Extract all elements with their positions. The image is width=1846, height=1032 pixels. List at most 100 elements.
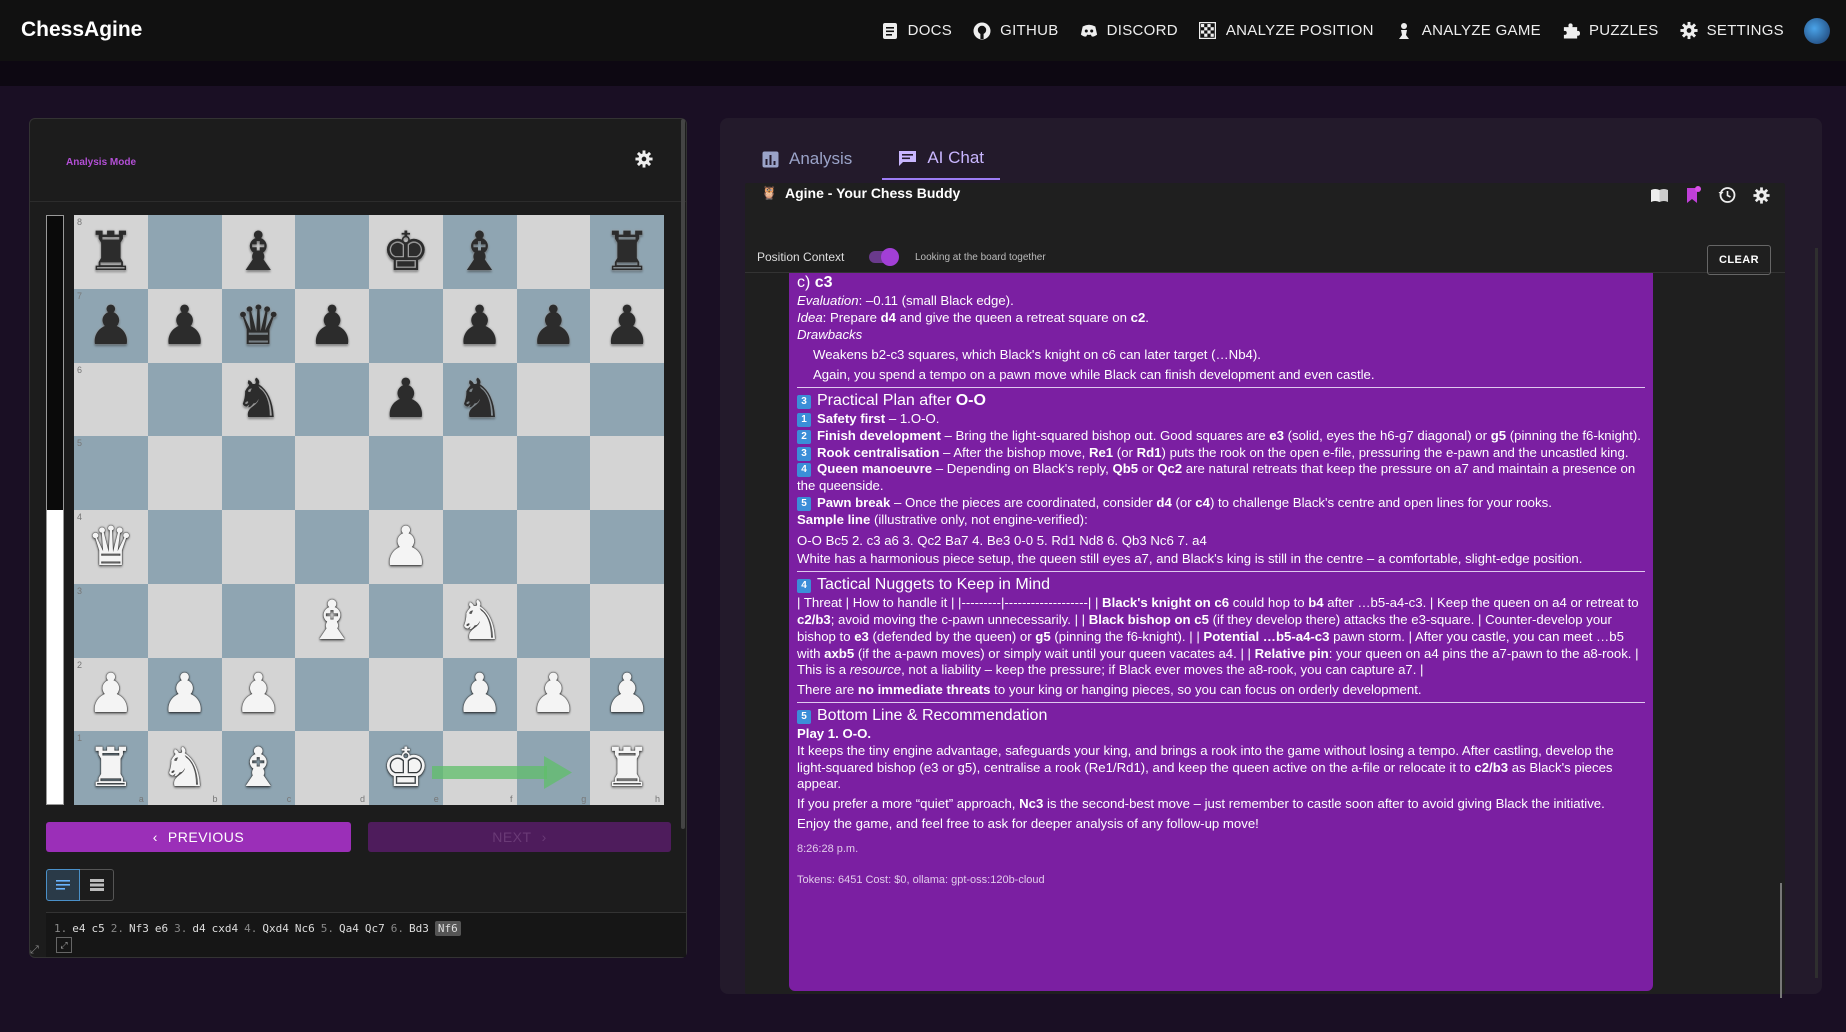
square-a1[interactable]: 1 a ♜: [74, 731, 148, 805]
square-a2[interactable]: 2 ♟: [74, 657, 148, 732]
square-e8[interactable]: ♚: [369, 215, 443, 289]
move-item[interactable]: Nf3: [129, 922, 149, 935]
move-item[interactable]: Bd3: [409, 922, 429, 935]
square-d8[interactable]: [295, 215, 369, 289]
black-knight-piece[interactable]: ♞: [234, 372, 282, 426]
white-pawn-piece[interactable]: ♟: [455, 667, 503, 721]
move-item[interactable]: cxd4: [212, 922, 239, 935]
chat-scrollbar[interactable]: [1780, 883, 1782, 998]
square-g4[interactable]: [516, 510, 591, 584]
white-pawn-piece[interactable]: ♟: [87, 667, 135, 721]
nav-analyze-position[interactable]: ANALYZE POSITION: [1199, 22, 1374, 40]
list-view-button[interactable]: [46, 869, 80, 901]
black-pawn-piece[interactable]: ♟: [87, 298, 135, 353]
fullscreen-icon[interactable]: ⤢: [56, 937, 72, 953]
page-scrollbar[interactable]: [1815, 248, 1818, 978]
position-context-toggle[interactable]: [869, 248, 899, 266]
square-f5[interactable]: [442, 436, 517, 510]
nav-analyze-game[interactable]: ANALYZE GAME: [1395, 22, 1541, 40]
black-pawn-piece[interactable]: ♟: [160, 298, 208, 353]
black-rook-piece[interactable]: ♜: [603, 224, 651, 279]
square-h7[interactable]: ♟: [590, 288, 664, 363]
expand-icon[interactable]: ⤢: [30, 944, 44, 958]
black-pawn-piece[interactable]: ♟: [308, 298, 356, 353]
nav-github[interactable]: GITHUB: [973, 22, 1058, 40]
move-item[interactable]: Qa4: [339, 922, 359, 935]
square-c1[interactable]: c ♝: [221, 731, 296, 805]
square-b4[interactable]: [147, 510, 222, 584]
square-b1[interactable]: b ♞: [147, 731, 222, 805]
move-item[interactable]: e4: [72, 922, 85, 935]
move-item[interactable]: Qxd4: [262, 922, 289, 935]
square-c6[interactable]: ♞: [221, 362, 296, 437]
bookmark-icon[interactable]: [1683, 185, 1703, 205]
avatar[interactable]: [1804, 17, 1830, 44]
chessboard[interactable]: 8 ♜ ♝ ♚ ♝ ♜ 7 ♟ ♟ ♛ ♟ ♟ ♟ ♟ 6 ♞ ♟ ♞ 5 4 ♛ ♟ 3 ♝ ♞ 2 ♟ ♟ ♟ ♟ ♟ ♟ 1 a ♜ b ♞ c ♝ d…: [74, 215, 664, 805]
square-a6[interactable]: 6: [74, 362, 148, 437]
white-rook-piece[interactable]: ♜: [603, 741, 651, 795]
square-g5[interactable]: [516, 436, 591, 510]
square-g3[interactable]: [516, 583, 591, 658]
move-item[interactable]: Nc6: [295, 922, 315, 935]
black-pawn-piece[interactable]: ♟: [529, 298, 577, 353]
square-h3[interactable]: [590, 583, 664, 658]
board-settings-gear-icon[interactable]: [635, 150, 655, 170]
move-item[interactable]: Qc7: [365, 922, 385, 935]
square-e5[interactable]: [369, 436, 443, 510]
square-a3[interactable]: 3: [74, 583, 148, 658]
white-bishop-piece[interactable]: ♝: [308, 593, 356, 648]
square-e1[interactable]: e ♚: [369, 731, 443, 805]
white-pawn-piece[interactable]: ♟: [382, 519, 430, 574]
square-h4[interactable]: [590, 510, 664, 584]
square-e2[interactable]: [369, 657, 443, 732]
square-d3[interactable]: ♝: [295, 583, 369, 658]
white-queen-piece[interactable]: ♛: [87, 519, 135, 574]
board-panel-scrollbar[interactable]: [681, 119, 685, 829]
tab-ai-chat[interactable]: AI Chat: [882, 138, 1001, 180]
square-f8[interactable]: ♝: [442, 215, 517, 289]
white-knight-piece[interactable]: ♞: [455, 593, 503, 648]
square-e7[interactable]: [369, 288, 443, 363]
square-f4[interactable]: [442, 510, 517, 584]
move-item[interactable]: c5: [92, 922, 105, 935]
white-rook-piece[interactable]: ♜: [87, 741, 135, 795]
move-item[interactable]: Nf6: [434, 921, 461, 936]
square-e4[interactable]: ♟: [369, 510, 443, 584]
square-d5[interactable]: [295, 436, 369, 510]
white-knight-piece[interactable]: ♞: [160, 741, 208, 795]
square-b6[interactable]: [147, 362, 222, 437]
square-f1[interactable]: f: [442, 731, 517, 805]
next-button[interactable]: NEXT ›: [368, 822, 671, 852]
square-g8[interactable]: [516, 215, 591, 289]
history-icon[interactable]: [1717, 185, 1737, 205]
black-queen-piece[interactable]: ♛: [234, 298, 282, 353]
black-pawn-piece[interactable]: ♟: [455, 298, 503, 353]
nav-docs[interactable]: DOCS: [881, 22, 953, 40]
square-c4[interactable]: [221, 510, 296, 584]
app-brand[interactable]: ChessAgine: [21, 18, 142, 42]
move-item[interactable]: d4: [192, 922, 205, 935]
square-c5[interactable]: [221, 436, 296, 510]
table-view-button[interactable]: [80, 869, 114, 901]
square-f2[interactable]: ♟: [442, 657, 517, 732]
square-d1[interactable]: d: [295, 731, 369, 805]
square-f6[interactable]: ♞: [442, 362, 517, 437]
black-pawn-piece[interactable]: ♟: [382, 372, 430, 426]
square-e3[interactable]: [369, 583, 443, 658]
black-pawn-piece[interactable]: ♟: [603, 298, 651, 353]
nav-puzzles[interactable]: PUZZLES: [1562, 22, 1659, 40]
square-d4[interactable]: [295, 510, 369, 584]
black-bishop-piece[interactable]: ♝: [234, 224, 282, 279]
square-g1[interactable]: g: [516, 731, 591, 805]
clear-chat-button[interactable]: CLEAR: [1707, 245, 1771, 275]
square-b8[interactable]: [147, 215, 222, 289]
square-b3[interactable]: [147, 583, 222, 658]
square-h8[interactable]: ♜: [590, 215, 664, 289]
square-h1[interactable]: h ♜: [590, 731, 664, 805]
square-a8[interactable]: 8 ♜: [74, 215, 148, 289]
square-d7[interactable]: ♟: [295, 288, 369, 363]
white-bishop-piece[interactable]: ♝: [234, 741, 282, 795]
square-e6[interactable]: ♟: [369, 362, 443, 437]
square-a4[interactable]: 4 ♛: [74, 510, 148, 584]
square-a7[interactable]: 7 ♟: [74, 288, 148, 363]
